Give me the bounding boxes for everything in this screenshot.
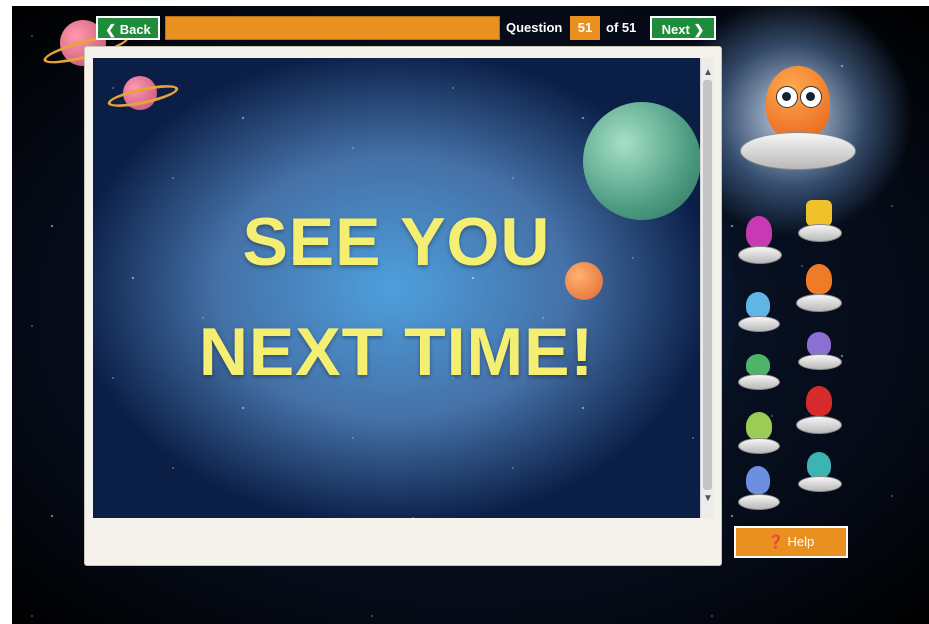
question-label: Question (506, 20, 563, 35)
slide-image: SEE YOU NEXT TIME! (93, 58, 700, 518)
help-button[interactable]: ❓ Help (734, 526, 848, 558)
orange-alien-icon (796, 262, 842, 314)
current-question-badge: 51 (570, 16, 600, 40)
alien-body (746, 292, 770, 318)
slide-heading-line2: NEXT TIME! (198, 314, 595, 390)
top-navigation: ❮ Back Question 51 of 51 Next ❯ (0, 0, 929, 44)
alien-body (806, 200, 832, 226)
ufo-dish (738, 374, 780, 390)
ufo-dish (740, 132, 856, 170)
progress-bar (165, 16, 500, 40)
ufo-dish (798, 224, 842, 242)
alien-body (806, 264, 832, 294)
alien-eye-icon (800, 86, 822, 108)
blue-alien-icon (738, 290, 780, 336)
teal-alien-icon (798, 450, 842, 496)
alien-body (746, 216, 772, 248)
ufo-dish (796, 294, 842, 312)
help-label: Help (787, 534, 815, 549)
glasses-alien-icon (738, 410, 780, 456)
lavender-alien-icon (738, 464, 780, 514)
alien-body (806, 386, 832, 416)
ufo-dish (738, 246, 782, 264)
ufo-dish (796, 416, 842, 434)
total-questions-label: of 51 (606, 20, 637, 35)
alien-body (807, 332, 831, 356)
back-button[interactable]: ❮ Back (96, 16, 160, 40)
green-alien-icon (738, 352, 780, 394)
slide-heading-line1: SEE YOU (242, 204, 551, 280)
ufo-dish (738, 494, 780, 510)
purple-alien-icon (798, 330, 842, 374)
pink-alien-icon (738, 214, 782, 266)
alien-body (746, 354, 770, 376)
main-alien-ufo-icon (738, 60, 858, 185)
question-circle-icon: ❓ (767, 534, 784, 549)
ufo-dish (798, 354, 842, 370)
ufo-dish (738, 316, 780, 332)
scroll-thumb[interactable] (703, 80, 712, 490)
slide-scrollbar[interactable]: ▲ ▼ (700, 58, 714, 518)
ufo-dish (798, 476, 842, 492)
alien-eye-icon (776, 86, 798, 108)
alien-body (807, 452, 831, 478)
yellow-robot-alien-icon (798, 198, 842, 246)
alien-body (746, 466, 770, 494)
alien-body (746, 412, 772, 440)
next-button[interactable]: Next ❯ (650, 16, 716, 40)
red-alien-icon (796, 384, 842, 436)
ufo-dish (738, 438, 780, 454)
scroll-down-icon[interactable]: ▼ (701, 490, 715, 508)
